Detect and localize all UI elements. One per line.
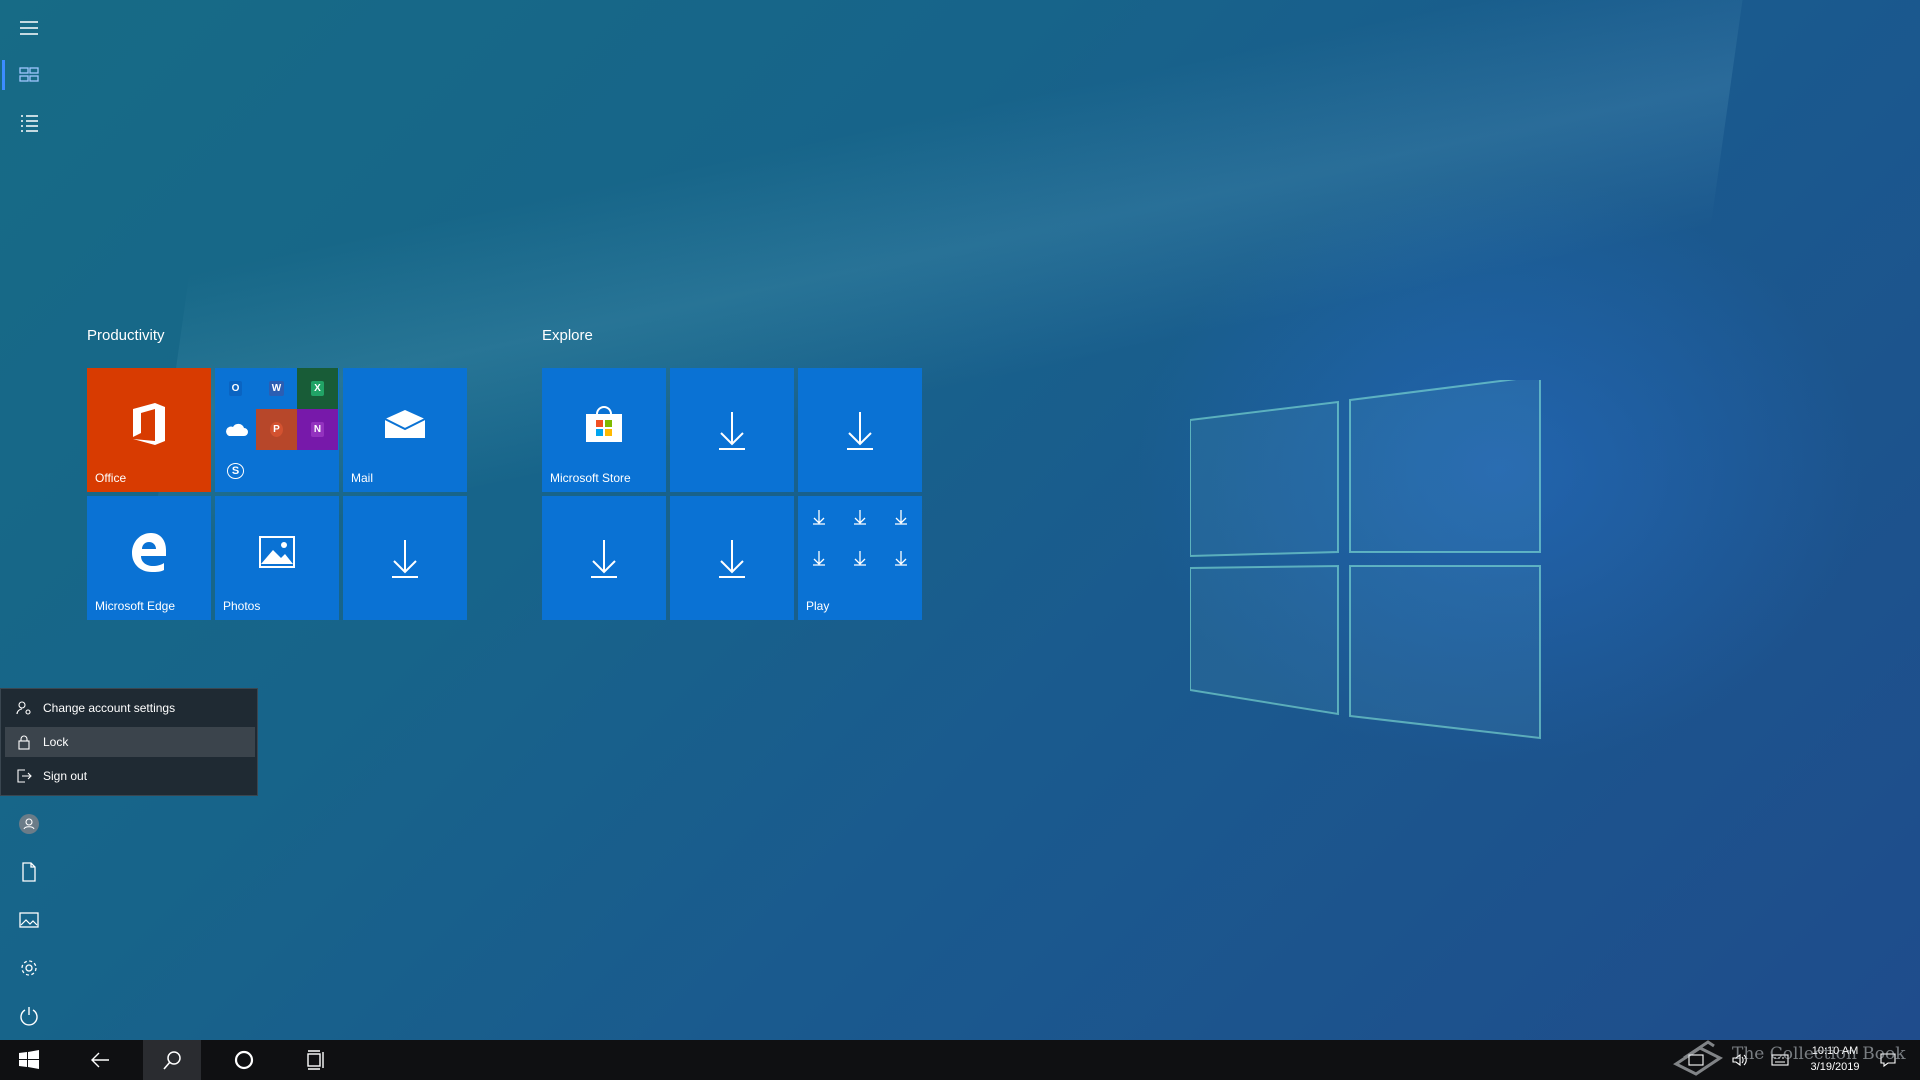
- tile-play-label: Play: [806, 599, 830, 613]
- start-button[interactable]: [0, 1040, 58, 1080]
- back-arrow-icon: [91, 1052, 109, 1068]
- search-icon: [163, 1051, 181, 1070]
- user-avatar-icon: [19, 814, 39, 834]
- store-bag-icon: [586, 406, 622, 442]
- cortana-circle-icon: [234, 1050, 254, 1070]
- menu-item-label: Change account settings: [43, 701, 176, 715]
- play-slot: [880, 496, 921, 537]
- tile-mail[interactable]: Mail: [343, 368, 467, 492]
- tile-download-placeholder[interactable]: [542, 496, 666, 620]
- word-icon: W: [268, 381, 285, 396]
- lock-icon: [18, 735, 30, 750]
- onedrive-cloud-icon: [225, 423, 248, 436]
- hamburger-icon: [20, 21, 38, 35]
- tile-play-folder[interactable]: Play: [798, 496, 922, 620]
- task-view-button[interactable]: [287, 1040, 345, 1080]
- all-apps-button[interactable]: [0, 100, 58, 146]
- skype-mini: S: [215, 450, 256, 491]
- start-rail: [0, 0, 58, 1040]
- menu-item-label: Sign out: [43, 769, 88, 783]
- play-slot: [798, 496, 839, 537]
- settings-button[interactable]: [0, 945, 58, 991]
- download-icon: [812, 550, 825, 566]
- tile-office-label: Office: [95, 471, 127, 485]
- tile-edge-label: Microsoft Edge: [95, 599, 176, 613]
- pinned-tiles-button[interactable]: [0, 52, 58, 98]
- list-icon: [21, 115, 38, 132]
- sign-out-icon: [17, 769, 32, 783]
- menu-item-change-account-settings[interactable]: Change account settings: [5, 693, 255, 723]
- download-icon: [853, 550, 866, 566]
- windows-wallpaper-logo: [1190, 380, 1541, 740]
- tile-download-placeholder[interactable]: [670, 368, 794, 492]
- tile-photos-label: Photos: [223, 599, 261, 613]
- download-icon: [812, 509, 825, 525]
- tile-photos[interactable]: Photos: [215, 496, 339, 620]
- tile-microsoft-store[interactable]: Microsoft Store: [542, 368, 666, 492]
- power-button[interactable]: [0, 993, 58, 1039]
- play-slot: [839, 496, 880, 537]
- tile-office-apps-folder[interactable]: O W X P N S: [215, 368, 339, 492]
- outlook-icon: O: [228, 381, 243, 396]
- tiles-icon: [19, 67, 39, 82]
- power-icon: [20, 1007, 38, 1026]
- tile-microsoft-edge[interactable]: Microsoft Edge: [87, 496, 211, 620]
- play-slot: [880, 537, 921, 578]
- explore-group-title[interactable]: Explore: [542, 327, 593, 344]
- download-icon: [719, 412, 745, 450]
- account-settings-icon: [16, 701, 31, 715]
- task-view-icon: [307, 1050, 324, 1070]
- cortana-button[interactable]: [215, 1040, 273, 1080]
- gear-icon: [21, 960, 37, 976]
- taskbar: 10:10 AM 3/19/2019: [0, 1040, 1920, 1080]
- download-icon: [894, 550, 907, 566]
- download-icon: [591, 540, 617, 578]
- powerpoint-icon: P: [270, 422, 283, 437]
- play-slot: [839, 537, 880, 578]
- download-icon: [847, 412, 873, 450]
- watermark-text: The Collection Book: [1732, 1044, 1906, 1064]
- search-button[interactable]: [143, 1040, 201, 1080]
- documents-button[interactable]: [0, 849, 58, 895]
- watermark: The Collection Book: [1670, 1030, 1906, 1080]
- back-button[interactable]: [71, 1040, 129, 1080]
- play-slot: [798, 537, 839, 578]
- excel-icon: X: [311, 381, 324, 396]
- tile-download-placeholder[interactable]: [343, 496, 467, 620]
- download-icon: [894, 509, 907, 525]
- office-icon: [133, 403, 165, 445]
- document-icon: [22, 862, 36, 882]
- menu-item-lock[interactable]: Lock: [5, 727, 255, 757]
- word-mini: W: [256, 368, 297, 409]
- powerpoint-mini: P: [256, 409, 297, 450]
- download-icon: [853, 509, 866, 525]
- productivity-group-title[interactable]: Productivity: [87, 327, 165, 344]
- onenote-mini: N: [297, 409, 338, 450]
- pictures-button[interactable]: [0, 897, 58, 943]
- tile-download-placeholder[interactable]: [798, 368, 922, 492]
- tile-office[interactable]: Office: [87, 368, 211, 492]
- edge-icon: [132, 533, 166, 572]
- menu-item-label: Lock: [43, 735, 69, 749]
- download-icon: [719, 540, 745, 578]
- tile-store-label: Microsoft Store: [550, 471, 631, 485]
- outlook-mini: O: [215, 368, 256, 409]
- photos-icon: [259, 536, 295, 568]
- tile-download-placeholder[interactable]: [670, 496, 794, 620]
- mail-icon: [384, 410, 426, 438]
- onenote-icon: N: [310, 422, 325, 437]
- picture-icon: [19, 912, 39, 928]
- book-logo-icon: [1673, 1040, 1723, 1076]
- expand-button[interactable]: [0, 5, 58, 51]
- menu-item-sign-out[interactable]: Sign out: [5, 761, 255, 791]
- account-context-menu: Change account settings Lock Sign out: [0, 688, 258, 796]
- account-button[interactable]: [0, 801, 58, 847]
- onedrive-mini: [215, 409, 256, 450]
- tile-mail-label: Mail: [351, 471, 374, 485]
- office-apps-grid: O W X P N S: [215, 368, 339, 492]
- skype-icon: S: [226, 462, 245, 479]
- windows-start-icon: [19, 1050, 39, 1069]
- download-icon: [392, 540, 418, 578]
- excel-mini: X: [297, 368, 338, 409]
